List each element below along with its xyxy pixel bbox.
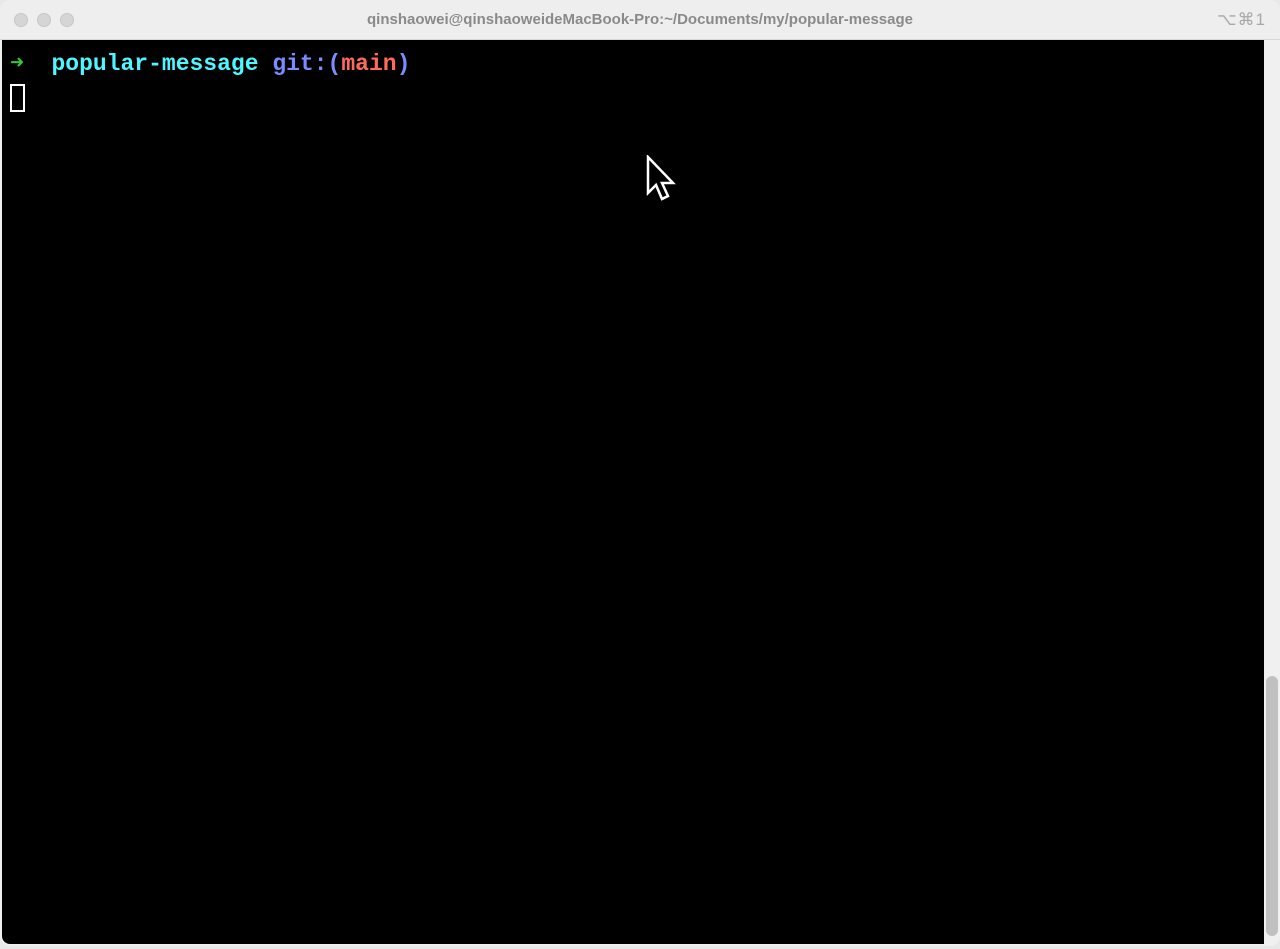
paren-close: ) bbox=[397, 51, 411, 77]
minimize-button[interactable] bbox=[37, 13, 51, 27]
close-button[interactable] bbox=[14, 13, 28, 27]
prompt-line: ➜ popular-message git:(main) bbox=[10, 50, 1270, 80]
prompt-arrow-icon: ➜ bbox=[10, 51, 24, 77]
terminal-body[interactable]: ➜ popular-message git:(main) bbox=[2, 40, 1278, 944]
terminal-cursor bbox=[10, 84, 25, 112]
traffic-lights bbox=[14, 13, 74, 27]
shortcut-badge: ⌥⌘1 bbox=[1217, 10, 1266, 30]
window-title: qinshaowei@qinshaoweideMacBook-Pro:~/Doc… bbox=[367, 11, 913, 28]
mouse-pointer-icon bbox=[646, 155, 678, 203]
prompt-directory: popular-message bbox=[51, 51, 258, 77]
git-label: git: bbox=[272, 51, 327, 77]
scrollbar-track[interactable] bbox=[1264, 40, 1280, 946]
window-titlebar[interactable]: qinshaowei@qinshaoweideMacBook-Pro:~/Doc… bbox=[0, 0, 1280, 40]
scrollbar-thumb[interactable] bbox=[1266, 676, 1278, 936]
terminal-window: qinshaowei@qinshaoweideMacBook-Pro:~/Doc… bbox=[0, 0, 1280, 946]
maximize-button[interactable] bbox=[60, 13, 74, 27]
git-branch: main bbox=[341, 51, 396, 77]
paren-open: ( bbox=[328, 51, 342, 77]
